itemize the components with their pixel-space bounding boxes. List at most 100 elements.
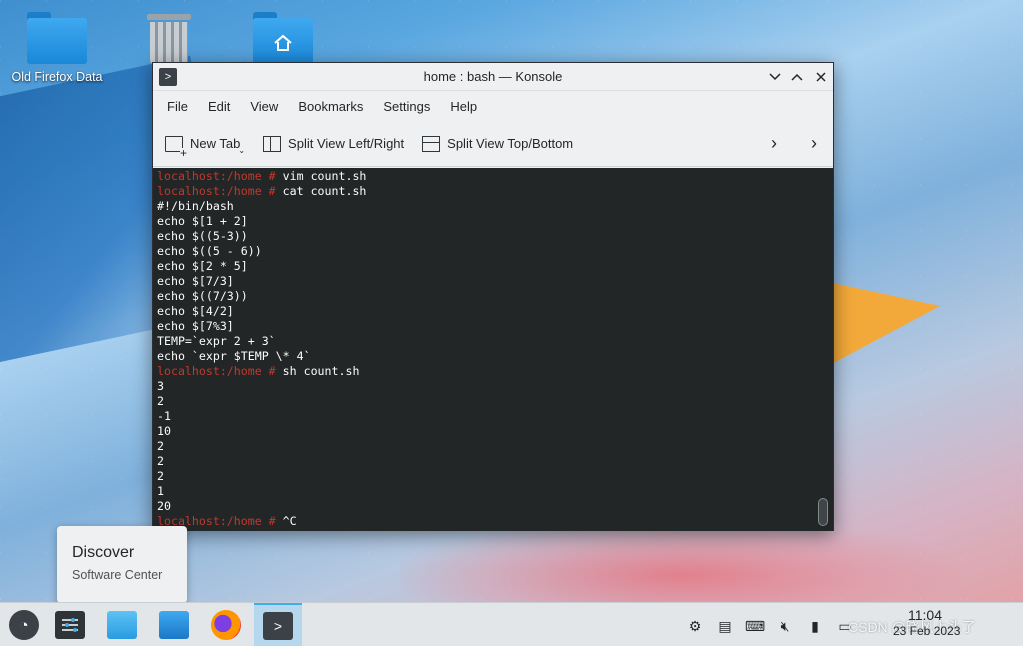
terminal-line: localhost:/home # vim count.sh (157, 169, 829, 184)
terminal-line: 1 (157, 484, 829, 499)
menu-view[interactable]: View (240, 95, 288, 118)
split-top-bottom-button[interactable]: Split View Top/Bottom (416, 128, 579, 160)
terminal-line: 10 (157, 424, 829, 439)
split-left-right-button[interactable]: Split View Left/Right (257, 128, 410, 160)
terminal-prompt: localhost:/home # (157, 184, 276, 198)
network-icon[interactable]: ⚙ (686, 617, 704, 635)
desktop-icon-old-firefox-data[interactable]: Old Firefox Data (2, 12, 112, 84)
terminal-line: 20 (157, 499, 829, 514)
terminal-text: echo `expr $TEMP \* 4` (157, 349, 311, 363)
dropdown-arrow-icon[interactable]: ⌄ (238, 146, 245, 155)
terminal-line: TEMP=`expr 2 + 3` (157, 334, 829, 349)
tooltip-subtitle: Software Center (72, 568, 163, 582)
folder-icon (27, 12, 87, 64)
trash-icon (147, 12, 191, 64)
firefox-icon (211, 610, 241, 640)
terminal-line: -1 (157, 409, 829, 424)
chevron-up-icon (791, 73, 803, 81)
terminal-prompt: localhost:/home # (157, 169, 276, 183)
chevron-down-icon (769, 73, 781, 81)
terminal-text: vim count.sh (275, 169, 367, 183)
new-tab-button[interactable]: New Tab ⌄ (159, 128, 251, 160)
menu-settings[interactable]: Settings (373, 95, 440, 118)
terminal-prompt: localhost:/home # (157, 364, 276, 378)
terminal-text: echo $[1 + 2] (157, 214, 248, 228)
discover-tooltip: Discover Software Center (57, 526, 187, 603)
close-button[interactable] (811, 67, 831, 87)
split-top-bottom-label: Split View Top/Bottom (447, 136, 574, 151)
app-launcher-button[interactable]: ◔ (0, 603, 48, 646)
wallpaper-orange-shape (828, 282, 940, 366)
usb-icon[interactable]: ▮ (806, 617, 824, 635)
menu-file[interactable]: File (157, 95, 198, 118)
split-top-bottom-icon (422, 135, 441, 152)
maximize-button[interactable] (787, 67, 807, 87)
minimize-button[interactable] (765, 67, 785, 87)
konsole-icon: > (263, 612, 293, 640)
terminal-line: echo `expr $TEMP \* 4` (157, 349, 829, 364)
terminal-text: -1 (157, 409, 171, 423)
task-settings[interactable] (46, 603, 94, 646)
terminal-line: 2 (157, 469, 829, 484)
terminal-text: echo $[2 * 5] (157, 259, 248, 273)
terminal-line: echo $[4/2] (157, 304, 829, 319)
terminal-text: 2 (157, 454, 164, 468)
clipboard-icon[interactable]: ▤ (716, 617, 734, 635)
terminal-line: echo $[7%3] (157, 319, 829, 334)
menu-help[interactable]: Help (440, 95, 487, 118)
terminal-line: localhost:/home # sh count.sh (157, 364, 829, 379)
terminal-text: echo $((5-3)) (157, 229, 248, 243)
terminal-line: 2 (157, 454, 829, 469)
konsole-window: > home : bash — Konsole File Edit View B… (152, 62, 834, 531)
desktop-icon-trash[interactable] (114, 12, 224, 64)
terminal-line: 2 (157, 394, 829, 409)
volume-muted-icon[interactable]: 🔇︎ (776, 617, 794, 635)
keyboard-icon[interactable]: ⌨ (745, 617, 765, 635)
toolbar-overflow-chevron-icon[interactable]: › (771, 133, 777, 154)
terminal-text: echo $((5 - 6)) (157, 244, 262, 258)
terminal-view[interactable]: localhost:/home # vim count.sh localhost:… (153, 168, 833, 531)
menu-bookmarks[interactable]: Bookmarks (288, 95, 373, 118)
terminal-text: 20 (157, 499, 171, 513)
file-manager-icon (159, 611, 189, 639)
terminal-text: #!/bin/bash (157, 199, 234, 213)
clock-date[interactable]: 23 Feb 2023 (893, 624, 960, 638)
split-left-right-icon (263, 135, 282, 152)
terminal-text: echo $[7/3] (157, 274, 234, 288)
menu-edit[interactable]: Edit (198, 95, 240, 118)
task-konsole[interactable]: > (254, 603, 302, 646)
terminal-text: ^C (275, 514, 297, 528)
terminal-line: #!/bin/bash (157, 199, 829, 214)
terminal-text: 2 (157, 469, 164, 483)
task-discover[interactable] (98, 603, 146, 646)
tooltip-title: Discover (72, 544, 135, 561)
terminal-line: echo $((5-3)) (157, 229, 829, 244)
terminal-text: 1 (157, 484, 164, 498)
terminal-line: echo $[1 + 2] (157, 214, 829, 229)
title-bar[interactable]: > home : bash — Konsole (153, 63, 833, 91)
terminal-text: 3 (157, 379, 164, 393)
clock-time[interactable]: 11:04 (908, 607, 942, 623)
terminal-line: echo $((7/3)) (157, 289, 829, 304)
terminal-text: cat count.sh (275, 184, 367, 198)
task-firefox[interactable] (202, 603, 250, 646)
settings-icon (55, 611, 85, 639)
terminal-text: echo $[7%3] (157, 319, 234, 333)
konsole-app-icon: > (159, 68, 177, 86)
terminal-scrollbar[interactable] (818, 498, 828, 526)
terminal-text: 2 (157, 439, 164, 453)
window-title: home : bash — Konsole (423, 69, 563, 84)
toolbar: New Tab ⌄ Split View Left/Right Split Vi… (153, 121, 833, 167)
terminal-text: 10 (157, 424, 171, 438)
terminal-text: TEMP=`expr 2 + 3` (157, 334, 276, 348)
task-file-manager[interactable] (150, 603, 198, 646)
discover-icon (107, 611, 137, 639)
terminal-line: echo $[7/3] (157, 274, 829, 289)
toolbar-extension-chevron-icon[interactable]: › (811, 133, 817, 154)
terminal-text: echo $[4/2] (157, 304, 234, 318)
desktop-icon-home[interactable] (228, 12, 338, 64)
home-folder-icon (253, 12, 313, 64)
app-launcher-icon: ◔ (9, 610, 39, 640)
menu-bar: File Edit View Bookmarks Settings Help (153, 91, 833, 121)
terminal-line: localhost:/home # ^C (157, 514, 829, 529)
